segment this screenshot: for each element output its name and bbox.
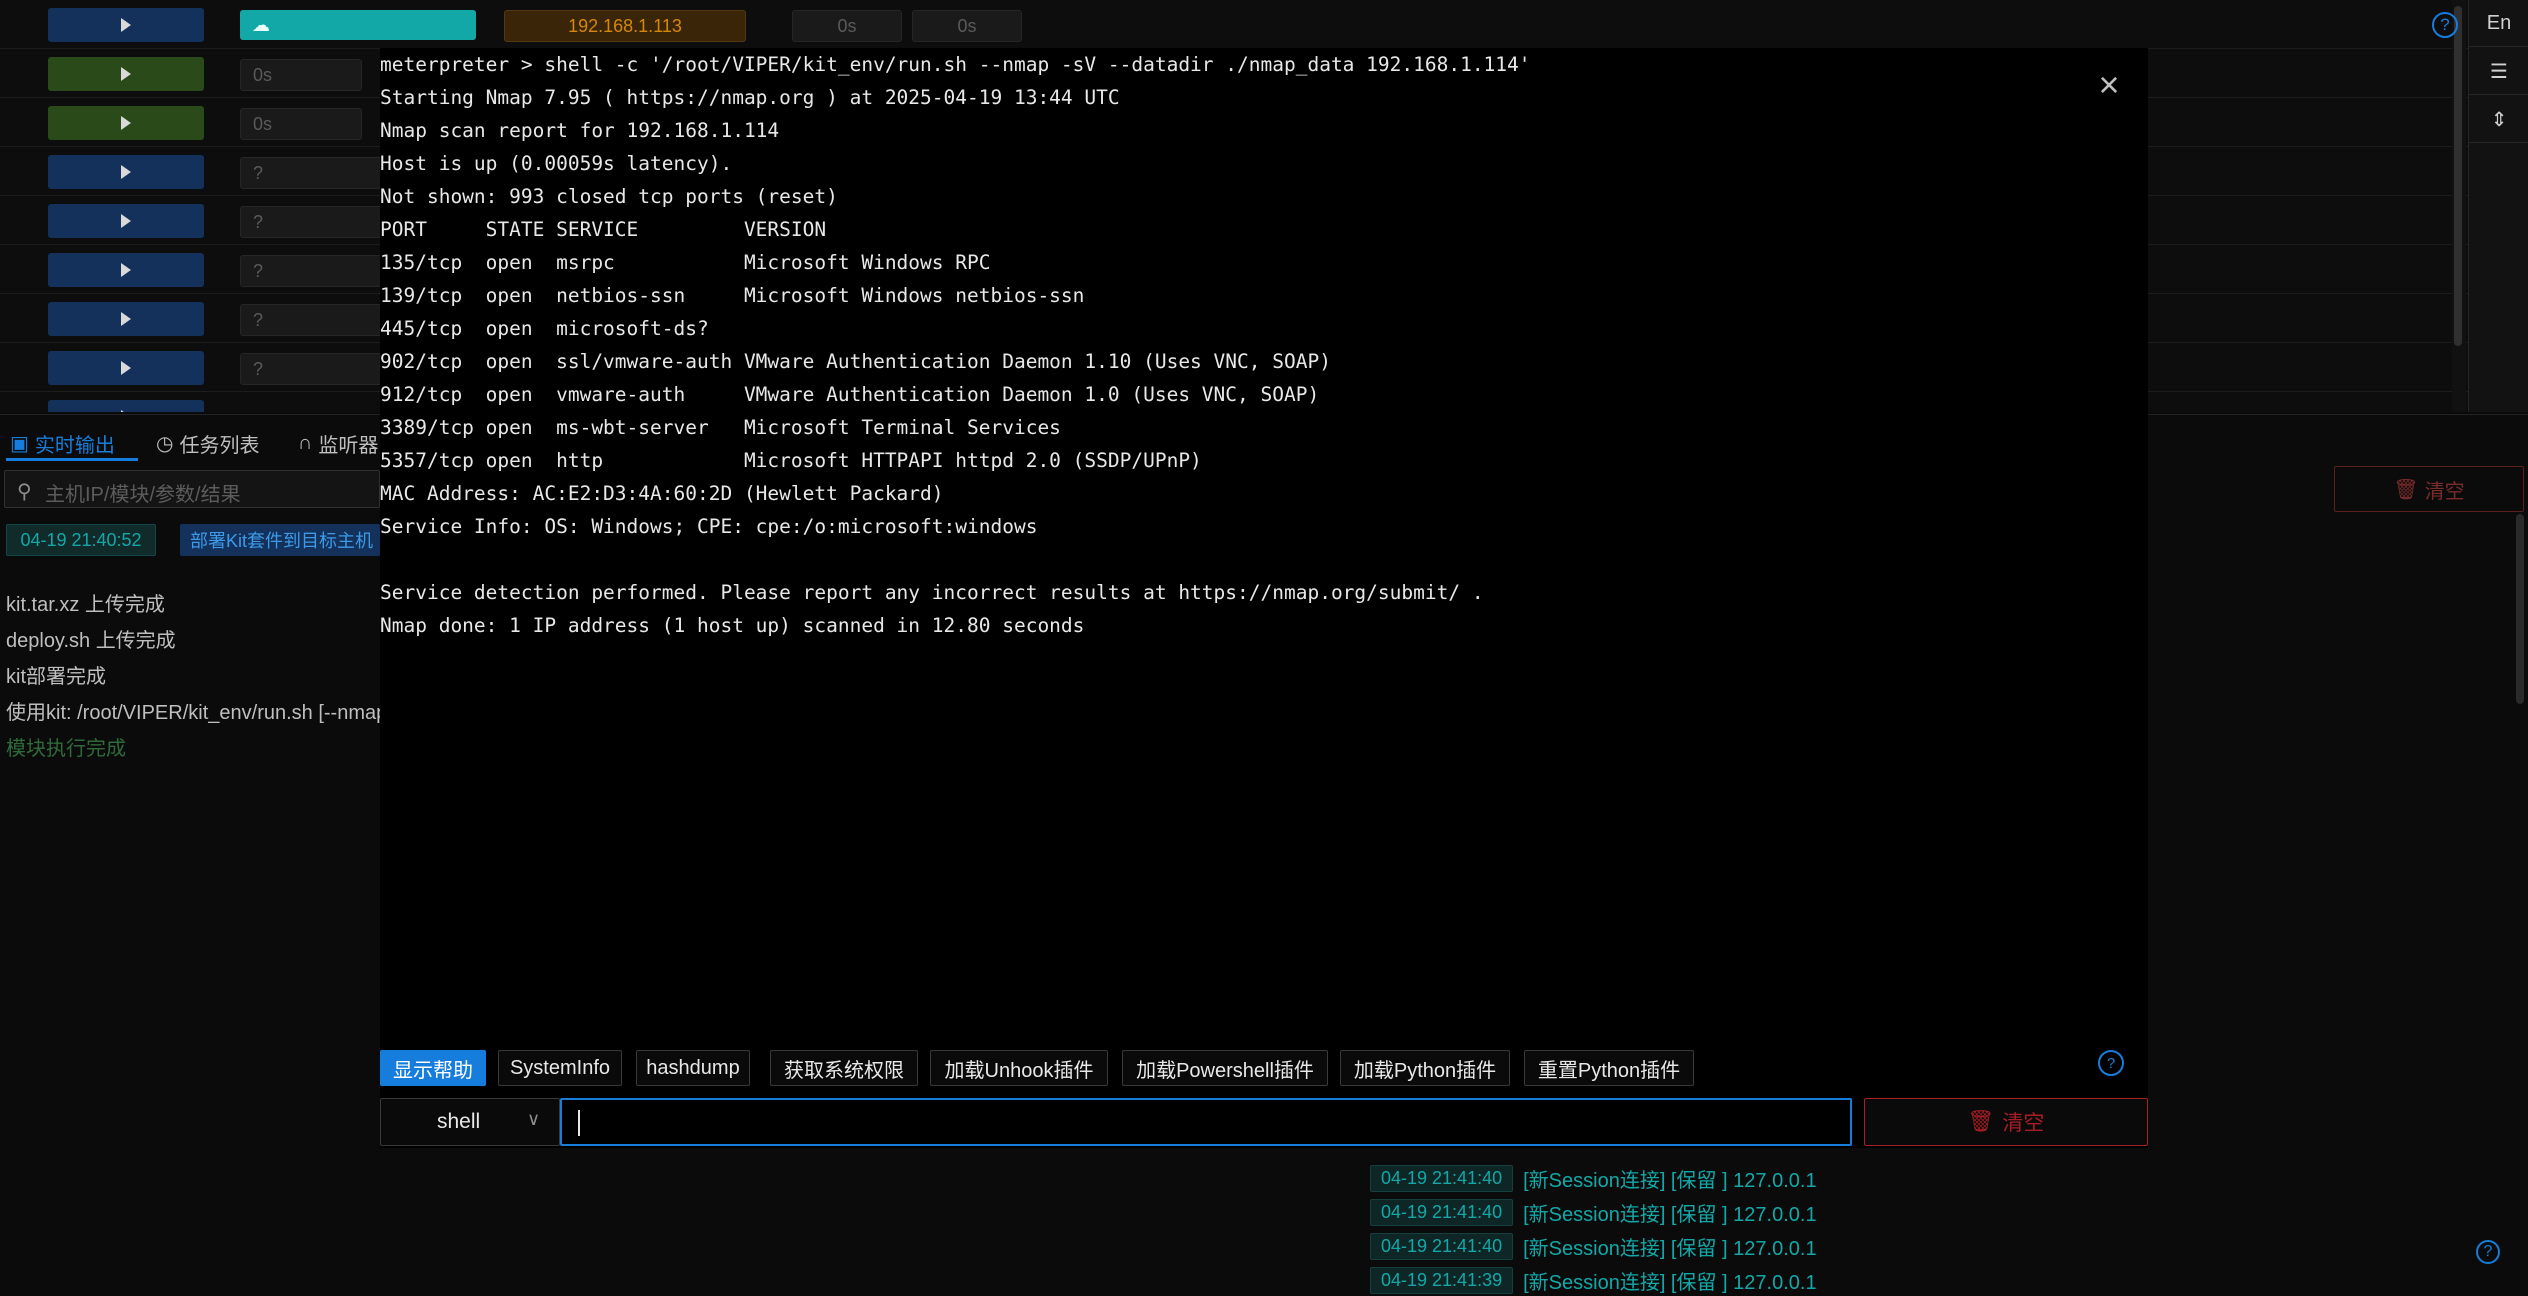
notification-time: 04-19 21:41:40	[1370, 1232, 1514, 1260]
systeminfo-button[interactable]: SystemInfo	[498, 1050, 622, 1086]
close-icon[interactable]: ×	[2094, 67, 2124, 103]
session-timer: 0s	[912, 10, 1022, 42]
session-timer: 0s	[792, 10, 902, 42]
notification-scrollbar[interactable]	[2516, 514, 2524, 704]
trash-icon: 🗑	[2393, 478, 2419, 501]
shell-type-select[interactable]: shell ∨	[380, 1098, 560, 1146]
monitor-icon: ▣	[10, 432, 29, 455]
headset-icon: ∩	[298, 431, 313, 454]
text-caret	[578, 1110, 580, 1136]
help-icon[interactable]: ?	[2098, 1050, 2124, 1076]
log-line: deploy.sh 上传完成	[6, 630, 176, 652]
table-row[interactable]: ☁ 192.168.1.113 0s 0s	[0, 0, 2468, 49]
clear-terminal-button[interactable]: 🗑 清空	[1864, 1098, 2148, 1146]
log-line: kit部署完成	[6, 666, 106, 688]
session-play-button[interactable]	[48, 57, 204, 91]
play-icon	[121, 312, 131, 326]
tab-label: 任务列表	[179, 434, 260, 457]
session-cell: ?	[240, 304, 394, 336]
quick-command-bar: 显示帮助 SystemInfo hashdump 获取系统权限 加载Unhook…	[380, 1050, 2080, 1086]
log-line: 使用kit: /root/VIPER/kit_env/run.sh [--nma…	[6, 702, 388, 724]
notification-item: 04-19 21:41:39 [新Session连接] [保留 ] 127.0.0…	[1370, 1264, 1817, 1296]
log-timestamp: 04-19 21:40:52	[6, 524, 156, 556]
menu-icon[interactable]: ☰	[2469, 48, 2528, 95]
play-icon	[121, 214, 131, 228]
chevron-down-icon: ∨	[527, 1109, 541, 1129]
search-input[interactable]: ⚲ 主机IP/模块/参数/结果	[4, 470, 380, 508]
notification-message: [新Session连接] [保留 ] 127.0.0.1	[1523, 1203, 1817, 1226]
search-placeholder: 主机IP/模块/参数/结果	[45, 484, 241, 506]
button-label: 清空	[2424, 480, 2465, 503]
trash-icon: 🗑	[1967, 1110, 1995, 1133]
session-play-button[interactable]	[48, 8, 204, 42]
log-line: kit.tar.xz 上传完成	[6, 594, 165, 616]
session-play-button[interactable]	[48, 106, 204, 140]
play-icon	[121, 361, 131, 375]
help-icon[interactable]: ?	[2476, 1240, 2500, 1264]
command-input[interactable]	[560, 1098, 1852, 1146]
load-python-button[interactable]: 加载Python插件	[1340, 1050, 1510, 1086]
show-help-button[interactable]: 显示帮助	[380, 1050, 486, 1086]
play-icon	[121, 410, 131, 412]
session-play-button[interactable]	[48, 351, 204, 385]
session-play-button[interactable]	[48, 400, 204, 412]
session-play-button[interactable]	[48, 253, 204, 287]
notification-item: 04-19 21:41:40 [新Session连接] [保留 ] 127.0.0…	[1370, 1230, 1817, 1262]
hashdump-button[interactable]: hashdump	[636, 1050, 750, 1086]
tab-listener[interactable]: ∩ 监听器	[298, 426, 378, 460]
load-unhook-button[interactable]: 加载Unhook插件	[930, 1050, 1108, 1086]
tab-label: 实时输出	[34, 434, 115, 457]
notification-item: 04-19 21:41:40 [新Session连接] [保留 ] 127.0.0…	[1370, 1162, 1817, 1194]
notification-item: 04-19 21:41:40 [新Session连接] [保留 ] 127.0.0…	[1370, 1196, 1817, 1228]
play-icon	[121, 165, 131, 179]
session-cell: ?	[240, 206, 394, 238]
session-ip-badge: 192.168.1.113	[504, 10, 746, 42]
select-value: shell	[437, 1110, 481, 1133]
notification-message: [新Session连接] [保留 ] 127.0.0.1	[1523, 1169, 1817, 1192]
session-play-button[interactable]	[48, 155, 204, 189]
play-icon	[121, 116, 131, 130]
notification-message: [新Session连接] [保留 ] 127.0.0.1	[1523, 1271, 1817, 1294]
reset-python-button[interactable]: 重置Python插件	[1524, 1050, 1694, 1086]
scrollbar-thumb[interactable]	[2454, 6, 2462, 346]
session-cell: 0s	[240, 108, 362, 140]
shell-terminal-modal: meterpreter > shell -c '/root/VIPER/kit_…	[380, 48, 2148, 1148]
button-label: 清空	[2002, 1112, 2045, 1135]
play-icon	[121, 18, 131, 32]
help-icon[interactable]: ?	[2432, 12, 2458, 38]
output-tabs: ▣ 实时输出 ◷ 任务列表 ∩ 监听器	[0, 418, 380, 462]
collapse-icon[interactable]: ⇕	[2469, 96, 2528, 143]
play-icon	[121, 67, 131, 81]
session-play-button[interactable]	[48, 204, 204, 238]
language-toggle[interactable]: En	[2469, 0, 2528, 47]
getsystem-button[interactable]: 获取系统权限	[770, 1050, 918, 1086]
session-cell: ?	[240, 157, 394, 189]
session-cell: 0s	[240, 59, 362, 91]
log-line-success: 模块执行完成	[6, 738, 126, 760]
tab-realtime-output[interactable]: ▣ 实时输出	[10, 426, 115, 460]
session-cell: ?	[240, 255, 394, 287]
play-icon	[121, 263, 131, 277]
cloud-icon: ☁	[252, 14, 270, 35]
load-powershell-button[interactable]: 加载Powershell插件	[1122, 1050, 1328, 1086]
active-tab-indicator	[6, 458, 138, 461]
table-scrollbar[interactable]	[2452, 0, 2466, 412]
session-play-button[interactable]	[48, 302, 204, 336]
session-cell: ?	[240, 353, 394, 385]
notification-message: [新Session连接] [保留 ] 127.0.0.1	[1523, 1237, 1817, 1260]
notification-time: 04-19 21:41:39	[1370, 1266, 1514, 1294]
terminal-output: meterpreter > shell -c '/root/VIPER/kit_…	[380, 53, 1531, 637]
session-platform-badge: ☁	[240, 10, 476, 40]
clock-icon: ◷	[156, 432, 174, 455]
tab-label: 监听器	[318, 434, 379, 457]
notification-time: 04-19 21:41:40	[1370, 1198, 1514, 1226]
tab-task-list[interactable]: ◷ 任务列表	[156, 426, 259, 460]
search-icon: ⚲	[17, 481, 32, 503]
notification-time: 04-19 21:41:40	[1370, 1164, 1514, 1192]
log-module-tag: 部署Kit套件到目标主机	[180, 524, 380, 556]
right-toolbar: En ☰ ⇕	[2468, 0, 2528, 412]
clear-notifications-button[interactable]: 🗑 清空	[2334, 466, 2524, 512]
